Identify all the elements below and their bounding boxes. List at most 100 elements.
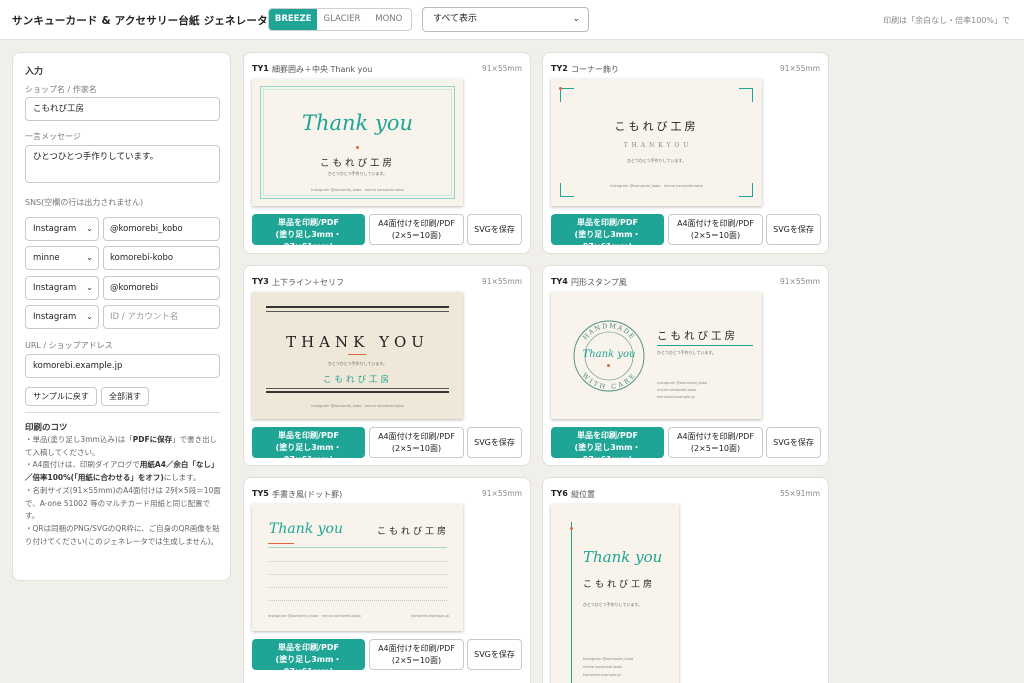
stamp-top-text: HANDMADE	[581, 322, 637, 342]
thank-you-text: Thank you	[269, 521, 344, 537]
thank-you-text: T H A N K Y O U	[623, 142, 690, 149]
message-text: ひとつひとつ手作りしています。	[583, 602, 642, 607]
card-size: 91×55mm	[780, 64, 820, 73]
save-svg-button[interactable]: SVGを保存	[766, 427, 821, 458]
save-svg-button[interactable]: SVGを保存	[766, 214, 821, 245]
frame-border-inner	[263, 89, 452, 196]
card-size: 91×55mm	[482, 489, 522, 498]
top-bar: サンキューカード & アクセサリー台紙 ジェネレータ BREEZE GLACIE…	[0, 0, 1024, 40]
dot-rule	[268, 587, 447, 588]
theme-breeze-button[interactable]: BREEZE	[269, 9, 318, 30]
theme-mono-button[interactable]: MONO	[367, 9, 411, 30]
corner-ornament	[739, 88, 753, 102]
save-svg-button[interactable]: SVGを保存	[467, 639, 522, 670]
message-text: ひとつひとつ手作りしています。	[328, 361, 387, 366]
print-a4-button[interactable]: A4面付けを印刷/PDF (2×5＝10面)	[369, 214, 464, 245]
tips-list: ・単品(塗り足し3mm込み)は「PDFに保存」で書き出して入稿してください。 ・…	[25, 434, 222, 548]
message-label: 一言メッセージ	[25, 132, 81, 141]
shop-name-text: こもれび工房	[322, 375, 392, 385]
sns-text: Instagram @komorebi_kobo	[657, 381, 708, 385]
card-preview: Thank you こもれび工房 Instagram @komorebi_kob…	[252, 504, 463, 631]
sns-text: Instagram @komorebi_kobo · minne komoreb…	[268, 614, 361, 618]
reset-sample-button[interactable]: サンプルに戻す	[25, 387, 97, 406]
print-single-button[interactable]: 単品を印刷/PDF (塗り足し3mm・97×61mm)	[551, 214, 664, 251]
shop-name-text: こもれび工房	[376, 527, 449, 537]
print-single-button[interactable]: 単品を印刷/PDF (塗り足し3mm・97×61mm)	[252, 214, 365, 251]
print-a4-button[interactable]: A4面付けを印刷/PDF (2×5＝10面)	[369, 427, 464, 458]
shop-name-text: こもれび工房	[319, 158, 395, 169]
tip-item: ・単品(塗り足し3mm込み)は「PDFに保存」で書き出して入稿してください。	[25, 435, 218, 457]
shop-name-input[interactable]: こもれび工房	[25, 97, 220, 121]
card-panel-ty6: TY6 縦位置 55×91mm Thank you こもれび工房 ひとつひとつ手…	[542, 477, 829, 683]
accent-dot	[559, 87, 562, 90]
url-label: URL / ショップアドレス	[25, 341, 113, 350]
message-textarea[interactable]: ひとつひとつ手作りしています。	[25, 145, 220, 183]
save-svg-button[interactable]: SVGを保存	[467, 427, 522, 458]
message-text: ひとつひとつ手作りしています。	[657, 350, 716, 355]
panel-title: 入力	[25, 67, 44, 77]
bottom-rule	[266, 391, 449, 393]
print-a4-button[interactable]: A4面付けを印刷/PDF (2×5＝10面)	[369, 639, 464, 670]
sns-platform-value: Instagram	[33, 283, 77, 293]
sns-id-input[interactable]: @komorebi	[103, 276, 220, 300]
chevron-down-icon: ⌄	[86, 283, 93, 292]
theme-glacier-button[interactable]: GLACIER	[317, 9, 366, 30]
sns-platform-select[interactable]: Instagram ⌄	[25, 217, 99, 241]
accent-rule	[657, 345, 753, 346]
sns-platform-value: Instagram	[33, 312, 77, 322]
sns-text: minne komorebi-kobo	[583, 665, 623, 669]
print-a4-button[interactable]: A4面付けを印刷/PDF (2×5＝10面)	[668, 214, 763, 245]
url-input[interactable]: komorebi.example.jp	[25, 354, 220, 378]
card-id: TY1	[252, 64, 269, 73]
thank-you-text: Thank you	[301, 111, 413, 135]
card-size: 55×91mm	[780, 489, 820, 498]
print-single-button[interactable]: 単品を印刷/PDF (塗り足し3mm・97×61mm)	[252, 427, 365, 464]
shop-name-text: こもれび工房	[657, 330, 738, 342]
card-panel-ty5: TY5 手書き風(ドット罫) 91×55mm Thank you こもれび工房 …	[243, 477, 531, 683]
stamp-bottom-text: WITH CARE	[581, 371, 638, 391]
print-single-button[interactable]: 単品を印刷/PDF (塗り足し3mm・97×61mm)	[551, 427, 664, 464]
tips-title: 印刷のコツ	[25, 423, 68, 433]
theme-selector: BREEZE GLACIER MONO	[268, 8, 412, 31]
card-id: TY5	[252, 489, 269, 498]
chevron-down-icon: ⌄	[86, 224, 93, 233]
card-name: 上下ライン＋セリフ	[272, 278, 344, 287]
card-panel-ty1: TY1 細罫囲み＋中央 Thank you 91×55mm Thank you …	[243, 52, 531, 254]
chevron-down-icon: ⌄	[86, 253, 93, 262]
card-size: 91×55mm	[482, 277, 522, 286]
shop-name-text: こもれび工房	[614, 120, 699, 133]
card-size: 91×55mm	[780, 277, 820, 286]
card-id: TY4	[551, 277, 568, 286]
url-text: komorebi.example.jp	[583, 673, 621, 677]
chevron-down-icon: ⌄	[572, 14, 580, 24]
sns-text: Instagram @komorebi_kobo	[583, 657, 634, 661]
sns-text: Instagram @komorebi_kobo · minne komoreb…	[610, 184, 703, 188]
sns-platform-select[interactable]: Instagram ⌄	[25, 276, 99, 300]
sns-platform-value: minne	[33, 253, 60, 263]
sns-id-input[interactable]: komorebi-kobo	[103, 246, 220, 270]
print-note: 印刷は「余白なし・倍率100%」で	[883, 16, 1010, 25]
sns-label: SNS(空欄の行は出力されません)	[25, 198, 144, 207]
corner-ornament	[560, 88, 574, 102]
sns-id-input[interactable]: @komorebi_kobo	[103, 217, 220, 241]
card-size: 91×55mm	[482, 64, 522, 73]
card-name: 円形スタンプ風	[571, 278, 627, 287]
card-name: 細罫囲み＋中央 Thank you	[272, 65, 373, 74]
dot-rule	[268, 561, 447, 562]
print-single-button[interactable]: 単品を印刷/PDF (塗り足し3mm・97×61mm)	[252, 639, 365, 676]
sns-platform-select[interactable]: Instagram ⌄	[25, 305, 99, 329]
save-svg-button[interactable]: SVGを保存	[467, 214, 522, 245]
card-preview: Thank you こもれび工房 ひとつひとつ手作りしています。 Instagr…	[551, 504, 679, 683]
sns-text: minne komorebi-kobo	[657, 388, 697, 392]
filter-select-value: すべて表示	[433, 14, 478, 24]
sns-platform-select[interactable]: minne ⌄	[25, 246, 99, 270]
sns-id-input-empty[interactable]: ID / アカウント名	[103, 305, 220, 329]
shop-name-label: ショップ名 / 作家名	[25, 85, 97, 94]
clear-all-button[interactable]: 全部消す	[101, 387, 149, 406]
print-a4-button[interactable]: A4面付けを印刷/PDF (2×5＝10面)	[668, 427, 763, 458]
message-text: ひとつひとつ手作りしています。	[627, 158, 686, 163]
dot-rule	[268, 600, 447, 601]
url-text: komorebi.example.jp	[411, 614, 449, 618]
filter-select[interactable]: すべて表示 ⌄	[422, 7, 589, 32]
card-preview: こもれび工房 T H A N K Y O U ひとつひとつ手作りしています。 I…	[551, 79, 762, 206]
